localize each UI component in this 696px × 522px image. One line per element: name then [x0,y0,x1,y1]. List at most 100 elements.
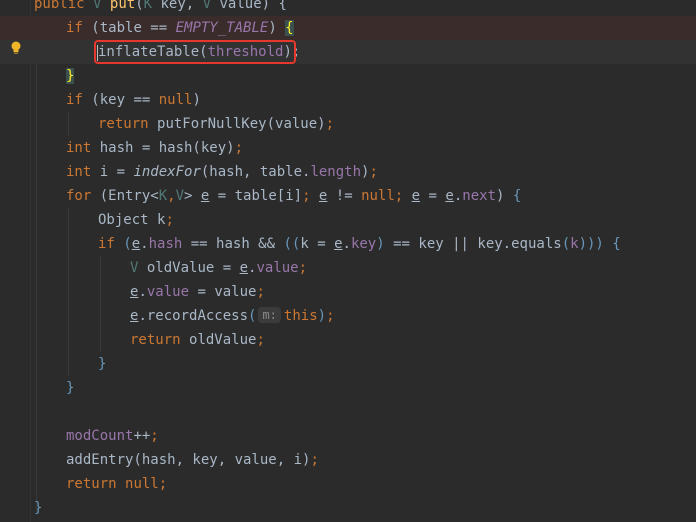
code-token: ; [369,164,378,180]
code-token: int [66,164,100,180]
code-token: V [175,188,185,204]
code-line-text: e.recordAccess(m: this); [130,304,335,328]
code-line-text: return null; [66,472,167,496]
code-line[interactable]: } [0,496,696,520]
code-token: ) [317,308,327,324]
code-line[interactable]: } [0,352,696,376]
code-token: ))) [578,236,604,252]
code-token: . [140,236,149,252]
code-token: null [158,92,193,108]
code-line[interactable]: Object k; [0,208,696,232]
code-token: putForNullKey(value) [157,116,326,132]
code-token: ; [234,140,244,156]
code-line-text: if (table == EMPTY_TABLE) { [66,16,294,40]
code-token: > [184,188,201,204]
code-token: ; [256,332,265,348]
code-token: . [342,236,351,252]
lightbulb-icon[interactable] [10,41,22,55]
code-line-text: addEntry(hash, key, value, i); [66,448,319,472]
code-token: { [612,236,621,252]
code-token: K [158,188,168,204]
code-token: ; [150,428,159,444]
code-token: key [350,236,377,252]
code-token: hash [148,236,183,252]
code-token: (table == [91,20,176,36]
code-token: ) [268,20,286,36]
code-token: return [130,332,190,348]
code-token: e [411,188,421,204]
code-token: k [570,236,579,252]
code-token: e [445,188,454,204]
code-token: ; [310,452,319,468]
code-token: ; [298,260,308,276]
code-token: } [66,68,75,84]
text-caret [97,45,98,61]
code-token: k = [300,236,335,252]
code-line[interactable]: int i = indexFor(hash, table.length); [0,160,696,184]
code-line-text: if (key == null) [66,88,201,112]
code-token: ; [165,212,174,228]
code-line[interactable]: return oldValue; [0,328,696,352]
code-line-text: for (Entry<K,V> e = table[i]; e != null;… [66,184,521,208]
code-line[interactable]: for (Entry<K,V> e = table[i]; e != null;… [0,184,696,208]
code-line[interactable]: if (e.hash == hash && ((k = e.key) == ke… [0,232,696,256]
code-line[interactable]: } [0,64,696,88]
code-token: == key || key.equals [384,236,562,252]
code-line[interactable]: V oldValue = e.value; [0,256,696,280]
code-token: ) [192,92,201,108]
code-token: int [66,140,100,156]
code-token: e [334,236,343,252]
code-token: EMPTY_TABLE [175,20,269,36]
code-line[interactable]: addEntry(hash, key, value, i); [0,448,696,472]
code-token: if [66,92,92,108]
code-token: ; [394,188,412,204]
code-line-text: V oldValue = e.value; [130,256,307,280]
code-token: .recordAccess [138,308,249,324]
code-token: } [34,500,43,516]
annotation-highlight-box [94,40,296,64]
code-line[interactable]: e.recordAccess(m: this); [0,304,696,328]
code-token: ; [302,188,319,204]
code-line-text: Object k; [98,208,174,232]
code-line[interactable]: if (key == null) [0,88,696,112]
code-token: } [66,380,75,396]
code-token: next [462,188,496,204]
code-line[interactable]: modCount++; [0,424,696,448]
code-line[interactable]: } [0,376,696,400]
code-token: { [512,188,522,204]
code-token: ( [123,236,132,252]
code-token: . [138,284,147,300]
code-token: indexFor [133,164,201,180]
code-line[interactable]: public V put(K key, V value) { [0,0,696,16]
code-token: ; [158,476,168,492]
code-token: length [310,164,362,180]
code-line-text: int i = indexFor(hash, table.length); [66,160,378,184]
code-editor[interactable]: public V put(K key, V value) {if (table … [0,0,696,522]
code-line[interactable]: e.value = value; [0,280,696,304]
code-token: ( [135,0,144,12]
code-line-text: } [98,352,106,376]
code-line-text: } [66,376,74,400]
code-line-text: } [34,496,42,520]
code-token: null [361,188,395,204]
code-token: i = [99,164,134,180]
code-token: modCount [66,428,134,444]
code-line-text: return putForNullKey(value); [98,112,334,136]
code-token: e [239,260,249,276]
code-line-text: modCount++; [66,424,159,448]
code-line[interactable]: int hash = hash(key); [0,136,696,160]
code-line-text: } [66,64,75,88]
code-line[interactable] [0,400,696,424]
code-token: value) { [211,0,287,12]
code-line[interactable]: return putForNullKey(value); [0,112,696,136]
code-line[interactable]: if (table == EMPTY_TABLE) { [0,16,696,40]
code-token: (( [283,236,301,252]
code-line[interactable]: return null; [0,472,696,496]
code-token: ) [376,236,385,252]
code-line-text: e.value = value; [130,280,265,304]
code-token: == hash && [182,236,284,252]
code-token: for [66,188,100,204]
code-token: V [202,0,212,12]
code-token: } [98,356,107,372]
